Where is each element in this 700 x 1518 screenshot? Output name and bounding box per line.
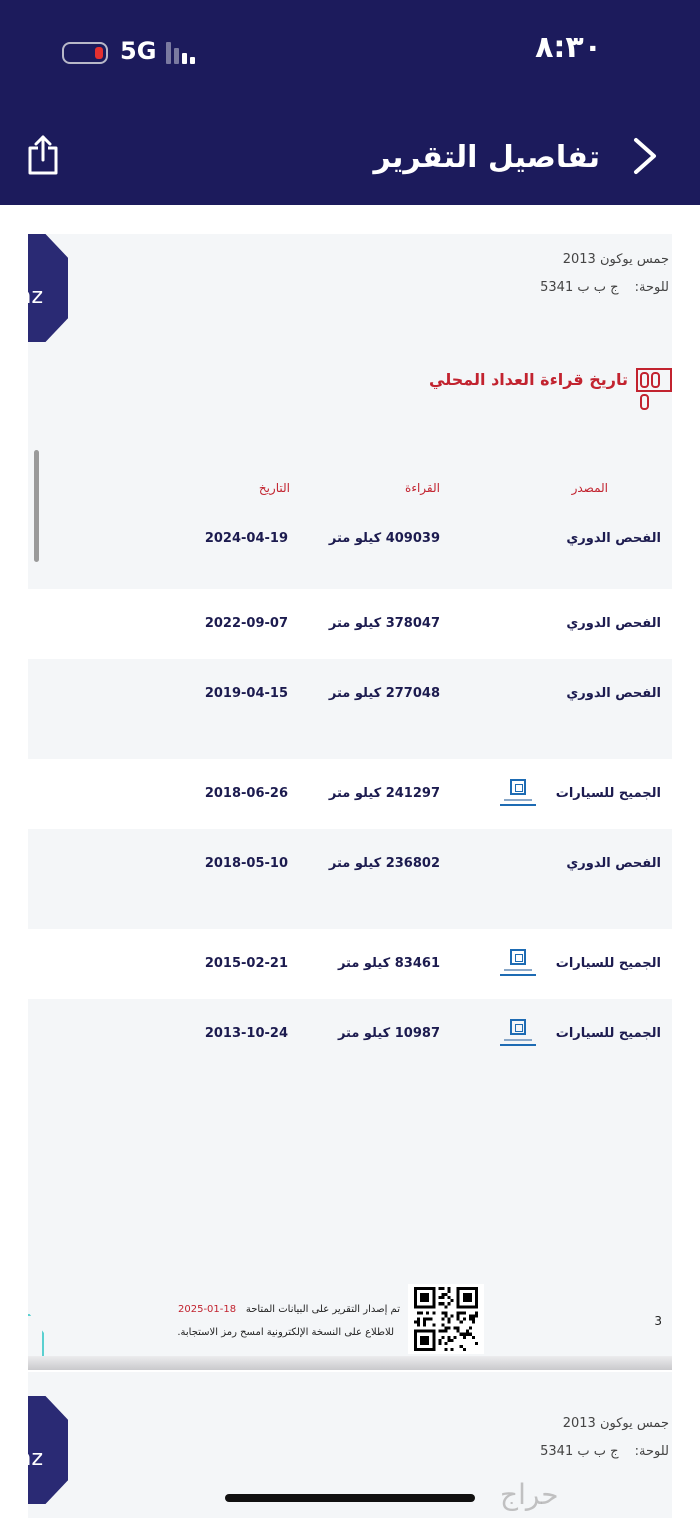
footer-note-scan: للاطلاع على النسخة الإلكترونية امسح رمز … [177, 1327, 394, 1338]
row-reading: 409039 كيلو متر [328, 531, 440, 546]
table-row: الفحص الدوري 277048 كيلو متر 2019-04-15 [28, 659, 672, 744]
column-header-reading: القراءة [405, 481, 440, 495]
aljomaih-logo-icon [500, 779, 536, 813]
plate-label: للوحة: [634, 1444, 669, 1459]
section-title: تاريخ قراءة العداد المحلي [429, 370, 628, 389]
row-date: 2018-05-10 [204, 856, 288, 871]
odometer-icon [636, 368, 672, 410]
battery-icon [62, 42, 108, 64]
back-chevron-icon[interactable] [626, 134, 666, 178]
home-indicator[interactable] [225, 1494, 475, 1502]
plate-row: للوحة: ج ب ب 5341 [540, 1444, 669, 1459]
row-date: 2024-04-19 [204, 531, 288, 546]
column-header-date: التاريخ [258, 481, 290, 495]
plate-value: ج ب ب 5341 [540, 1444, 619, 1459]
car-model: جمس يوكون 2013 [562, 252, 669, 267]
report-page: o az جمس يوكون 2013 للوحة: ج ب ب 5341 تا… [28, 234, 672, 1359]
watermark-logo: حراج [500, 1478, 559, 1511]
row-date: 2019-04-15 [204, 686, 288, 701]
page-number: 3 [654, 1314, 662, 1328]
plate-value: ج ب ب 5341 [540, 280, 619, 295]
share-icon[interactable] [26, 134, 60, 176]
row-date: 2013-10-24 [204, 1026, 288, 1041]
decorative-mark [28, 1314, 44, 1359]
scrollbar[interactable] [34, 450, 39, 562]
car-model: جمس يوكون 2013 [562, 1416, 669, 1431]
row-reading: 10987 كيلو متر [337, 1026, 440, 1041]
row-source: الفحص الدوري [566, 686, 661, 701]
footer-date: 2025-01-18 [178, 1304, 237, 1315]
row-source: الجميح للسيارات [555, 1026, 661, 1041]
page-separator [28, 1356, 672, 1370]
row-source: الفحص الدوري [566, 531, 661, 546]
signal-icon [166, 42, 200, 64]
footer-note-issued: تم إصدار التقرير على البيانات المتاحة [245, 1304, 400, 1315]
row-reading: 277048 كيلو متر [328, 686, 440, 701]
table-row: الفحص الدوري 409039 كيلو متر 2024-04-19 [28, 504, 672, 589]
network-indicator: 5G [120, 37, 157, 65]
status-time: ٨:٣٠ [535, 30, 602, 65]
table-row: الفحص الدوري 236802 كيلو متر 2018-05-10 [28, 829, 672, 914]
row-reading: 236802 كيلو متر [328, 856, 440, 871]
row-source: الفحص الدوري [566, 856, 661, 871]
brand-logo: o az [28, 1396, 68, 1504]
table-row: الجميح للسيارات 10987 كيلو متر 2013-10-24 [28, 999, 672, 1084]
plate-row: للوحة: ج ب ب 5341 [540, 280, 669, 295]
brand-logo: o az [28, 234, 68, 342]
plate-label: للوحة: [634, 280, 669, 295]
page-title: تفاصيل التقرير [373, 140, 600, 175]
qr-code [408, 1284, 484, 1354]
column-header-source: المصدر [571, 481, 608, 495]
aljomaih-logo-icon [500, 949, 536, 983]
app-header: 5G ٨:٣٠ تفاصيل التقرير [0, 0, 700, 205]
aljomaih-logo-icon [500, 1019, 536, 1053]
